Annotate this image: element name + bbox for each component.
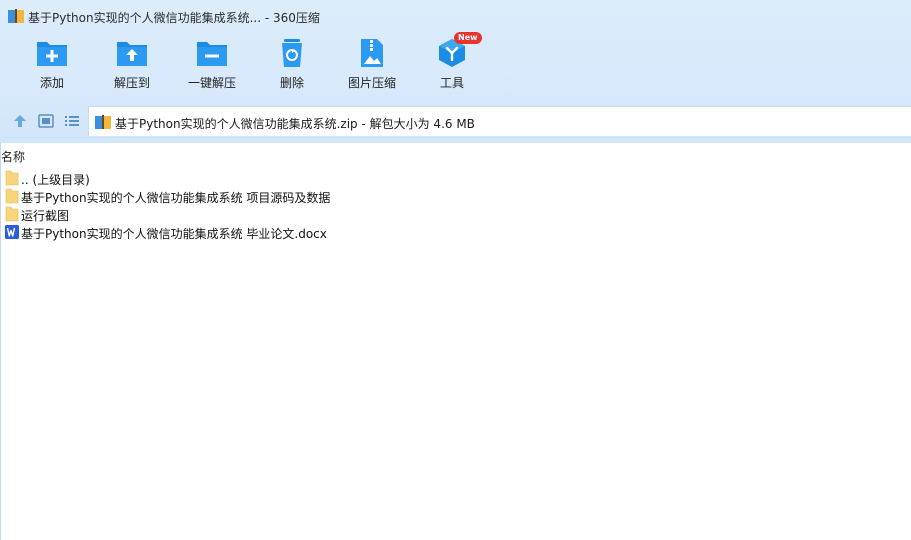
- image-compress-label: 图片压缩: [347, 76, 396, 90]
- extract-to-icon: [117, 42, 147, 66]
- file-name: 基于Python实现的个人微信功能集成系统 毕业论文.docx: [21, 227, 327, 241]
- one-click-extract-icon: [197, 42, 227, 66]
- folder-icon: [5, 170, 19, 186]
- folder-icon: [5, 188, 19, 204]
- address-text: 基于Python实现的个人微信功能集成系统.zip - 解包大小为 4.6 MB: [115, 117, 475, 131]
- app-window: 基于Python实现的个人微信功能集成系统... - 360压缩 添加 解压到 …: [0, 0, 911, 540]
- file-name: 运行截图: [21, 209, 70, 223]
- list-item[interactable]: 运行截图: [1, 205, 601, 223]
- folder-icon: [5, 206, 19, 222]
- list-view-icon[interactable]: [64, 113, 80, 129]
- add-folder-icon: [37, 42, 67, 66]
- zip-archive-icon: [8, 9, 24, 23]
- column-header-name[interactable]: 名称: [1, 148, 25, 165]
- navigation-row: 基于Python实现的个人微信功能集成系统.zip - 解包大小为 4.6 MB: [0, 106, 911, 136]
- extract-to-button[interactable]: 解压到: [92, 36, 172, 91]
- file-name: 基于Python实现的个人微信功能集成系统 项目源码及数据: [21, 191, 331, 205]
- word-document-icon: [5, 225, 19, 239]
- add-button[interactable]: 添加: [12, 36, 92, 91]
- tools-label: 工具: [439, 76, 464, 90]
- image-compress-button[interactable]: 图片压缩: [332, 36, 412, 91]
- extract-to-label: 解压到: [113, 76, 150, 90]
- up-arrow-icon[interactable]: [12, 113, 28, 129]
- delete-label: 删除: [279, 76, 304, 90]
- top-area: 基于Python实现的个人微信功能集成系统... - 360压缩 添加 解压到 …: [0, 0, 911, 143]
- zip-archive-icon: [95, 115, 111, 129]
- new-badge: New: [454, 32, 482, 44]
- title-bar: 基于Python实现的个人微信功能集成系统... - 360压缩: [0, 0, 911, 34]
- recycle-bin-icon: [282, 39, 302, 67]
- tools-button[interactable]: New 工具: [412, 32, 492, 91]
- list-item-parent-directory[interactable]: .. (上级目录): [1, 169, 601, 187]
- file-name: .. (上级目录): [21, 173, 90, 187]
- list-item[interactable]: 基于Python实现的个人微信功能集成系统 毕业论文.docx: [1, 223, 601, 241]
- add-label: 添加: [39, 76, 64, 90]
- toolbar: 添加 解压到 一键解压 删除 图片压缩 New 工具: [0, 32, 911, 100]
- file-list: 名称 .. (上级目录) 基于Python实现的个人微信功能集成系统 项目源码及…: [0, 143, 911, 540]
- address-bar[interactable]: 基于Python实现的个人微信功能集成系统.zip - 解包大小为 4.6 MB: [88, 106, 911, 136]
- image-compress-icon: [361, 39, 383, 67]
- list-item[interactable]: 基于Python实现的个人微信功能集成系统 项目源码及数据: [1, 187, 601, 205]
- one-click-extract-label: 一键解压: [187, 76, 236, 90]
- window-title: 基于Python实现的个人微信功能集成系统... - 360压缩: [28, 11, 320, 25]
- file-rows: .. (上级目录) 基于Python实现的个人微信功能集成系统 项目源码及数据 …: [1, 169, 601, 241]
- one-click-extract-button[interactable]: 一键解压: [172, 36, 252, 91]
- delete-button[interactable]: 删除: [252, 36, 332, 91]
- thumbnail-view-icon[interactable]: [38, 113, 54, 129]
